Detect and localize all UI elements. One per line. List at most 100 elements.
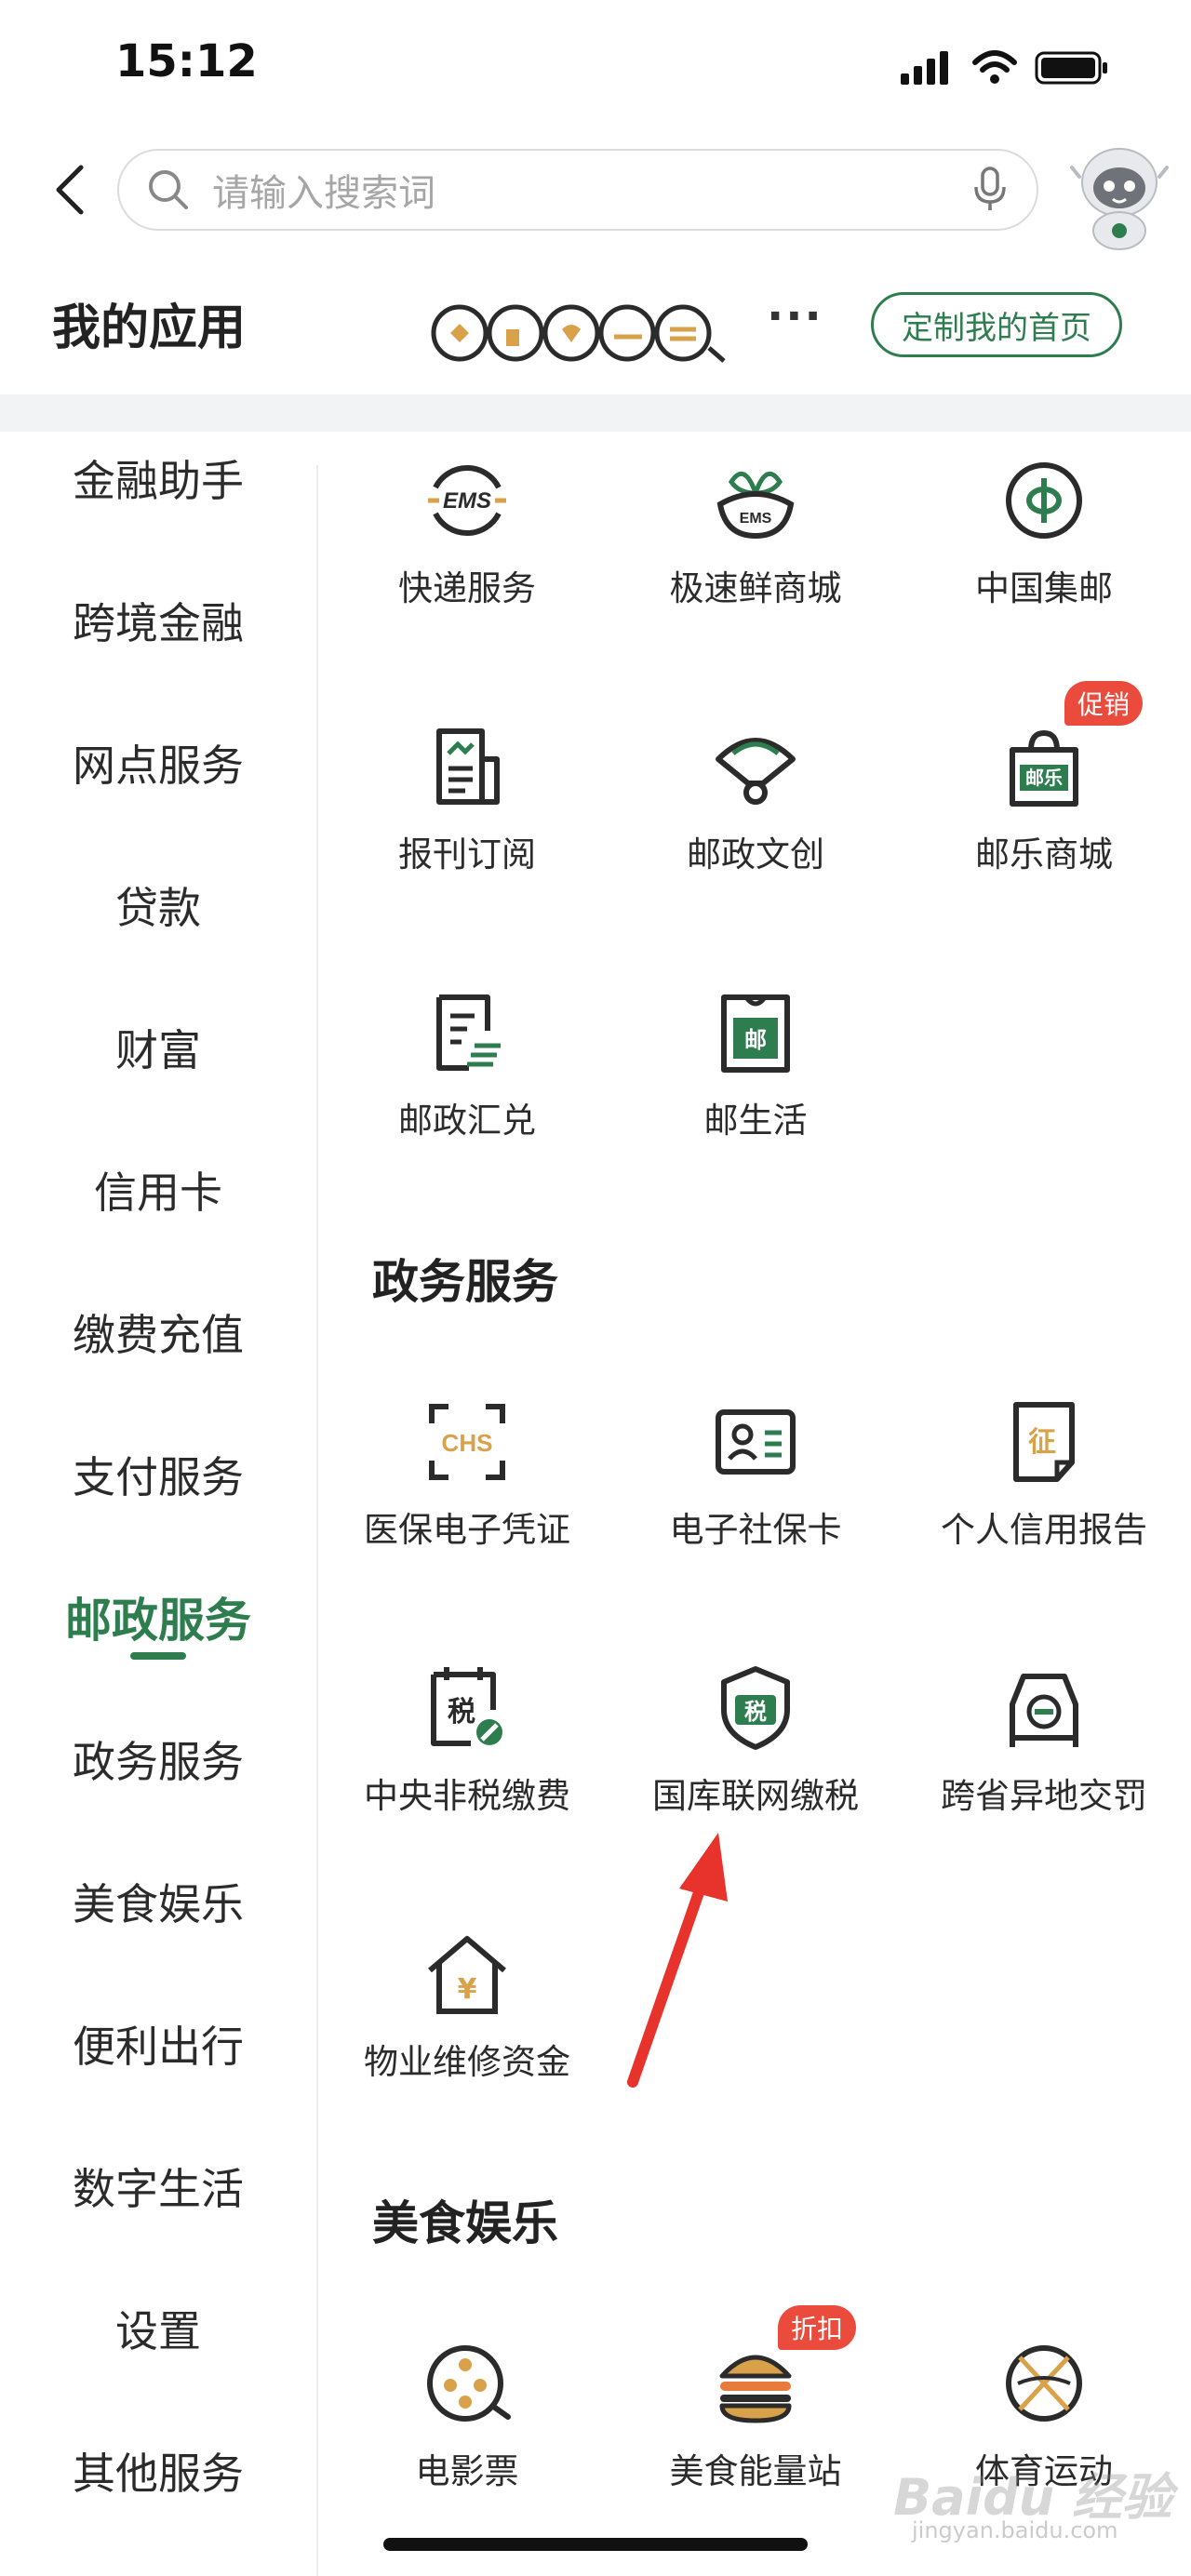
app-label: 快递服务 (398, 568, 536, 608)
app-social-security-card[interactable]: 电子社保卡 (616, 1397, 895, 1583)
app-label: 个人信用报告 (941, 1510, 1147, 1550)
section-title-gov: 政务服务 (372, 1255, 558, 1309)
app-label: 跨省异地交罚 (941, 1776, 1147, 1816)
app-youle-mall[interactable]: 邮乐 邮乐商城 促销 (904, 681, 1184, 908)
sidebar-item[interactable]: 支付服务 (0, 1428, 316, 1521)
sidebar-item[interactable]: 邮政服务 (0, 1570, 316, 1663)
battery-icon (1035, 51, 1107, 85)
newspaper-icon (436, 728, 500, 805)
page-title: 我的应用 (52, 300, 247, 356)
app-treasury-tax-payment[interactable]: 税 国库联网缴税 (616, 1663, 895, 1849)
sidebar-item[interactable]: 金融助手 (0, 432, 316, 525)
sidebar-item[interactable]: 财富 (0, 1001, 316, 1094)
search-icon (149, 170, 188, 209)
id-card-icon (716, 1409, 796, 1475)
bag-text: 邮 (744, 1027, 767, 1053)
favorite-apps-strip[interactable] (430, 296, 746, 370)
app-property-maintenance-fund[interactable]: ¥ 物业维修资金 (328, 1929, 607, 2116)
app-credit-report[interactable]: 征 个人信用报告 (904, 1397, 1184, 1583)
status-time: 15:12 (115, 35, 258, 87)
app-label: 邮乐商城 (975, 834, 1113, 874)
icon-text: CHS (442, 1429, 493, 1457)
chs-icon: CHS (429, 1404, 505, 1480)
sidebar-item[interactable]: 贷款 (0, 859, 316, 952)
stamp-collection-icon (1006, 462, 1082, 539)
icon-text: ¥ (458, 1973, 477, 2006)
section-title-food: 美食娱乐 (372, 2196, 558, 2250)
burger-icon (719, 2355, 792, 2423)
app-medical-insurance[interactable]: CHS 医保电子凭证 (328, 1397, 607, 1583)
svg-text:EMS: EMS (740, 511, 772, 527)
icon-text: 税 (448, 1696, 475, 1728)
app-label: 中央非税缴费 (364, 1776, 570, 1816)
section-divider (0, 394, 1191, 432)
status-icons (899, 45, 1109, 91)
sidebar-item[interactable]: 跨境金融 (0, 574, 316, 667)
remittance-icon (436, 994, 501, 1071)
app-postal-creative[interactable]: 邮政文创 (616, 722, 895, 908)
tax-payment-icon: 税 (431, 1667, 502, 1746)
house-icon: ¥ (428, 1936, 506, 2014)
app-label: 医保电子凭证 (364, 1510, 570, 1550)
film-reel-icon (427, 2345, 511, 2422)
car-fine-icon (1010, 1674, 1078, 1747)
app-label: 电影票 (415, 2451, 519, 2491)
back-button[interactable] (37, 153, 102, 227)
app-label: 极速鲜商城 (669, 568, 842, 608)
app-label: 美食能量站 (669, 2451, 842, 2491)
app-food-energy-station[interactable]: 美食能量站 折扣 (616, 2305, 895, 2525)
sidebar-item[interactable]: 美食娱乐 (0, 1855, 316, 1948)
app-postal-remittance[interactable]: 邮政汇兑 (328, 988, 607, 1174)
app-china-stamps[interactable]: 中国集邮 (904, 456, 1184, 642)
sidebar-item[interactable]: 便利出行 (0, 1997, 316, 2090)
app-label: 国库联网缴税 (652, 1776, 859, 1816)
ems-fresh-icon: EMS (716, 471, 795, 540)
app-central-nontax-payment[interactable]: 税 中央非税缴费 (328, 1663, 607, 1849)
watermark-url: jingyan.baidu.com (912, 2517, 1118, 2543)
app-label: 邮政汇兑 (398, 1101, 536, 1141)
app-post-life[interactable]: 邮 邮生活 (616, 988, 895, 1174)
app-label: 物业维修资金 (364, 2042, 570, 2082)
app-cross-province-traffic-fine[interactable]: 跨省异地交罚 (904, 1663, 1184, 1849)
app-movie-tickets[interactable]: 电影票 (328, 2339, 607, 2525)
home-indicator[interactable] (383, 2538, 808, 2551)
category-sidebar: 金融助手跨境金融网点服务贷款财富信用卡缴费充值支付服务邮政服务政务服务美食娱乐便… (0, 432, 316, 2576)
chevron-left-icon (56, 165, 84, 215)
post-life-icon: 邮 (721, 994, 790, 1073)
annotation-arrow (627, 1833, 728, 2088)
icon-text: 税 (744, 1699, 767, 1725)
wifi-icon (972, 50, 1017, 84)
robot-avatar[interactable] (1068, 140, 1171, 251)
app-ems-fresh[interactable]: EMS 极速鲜商城 (616, 456, 895, 642)
app-express-delivery[interactable]: EMS 快递服务 (328, 456, 607, 642)
discount-badge: 折扣 (778, 2305, 857, 2350)
fan-icon (716, 738, 796, 805)
app-label: 邮生活 (703, 1101, 808, 1141)
signal-icon (901, 51, 948, 85)
promo-badge: 促销 (1064, 681, 1144, 726)
app-label: 邮政文创 (687, 834, 824, 874)
sidebar-item[interactable]: 数字生活 (0, 2140, 316, 2233)
sidebar-item[interactable]: 设置 (0, 2282, 316, 2375)
sidebar-item[interactable]: 其他服务 (0, 2424, 316, 2517)
more-apps-button[interactable]: ··· (767, 290, 823, 342)
sidebar-item[interactable]: 网点服务 (0, 716, 316, 809)
microphone-icon[interactable] (971, 167, 1009, 213)
sidebar-divider (316, 465, 318, 2576)
credit-report-icon: 征 (1013, 1402, 1075, 1482)
app-newspaper-subscription[interactable]: 报刊订阅 (328, 722, 607, 908)
sidebar-item[interactable]: 缴费充值 (0, 1286, 316, 1379)
sidebar-item[interactable]: 政务服务 (0, 1713, 316, 1806)
shopping-bag-icon: 邮乐 (1010, 729, 1078, 807)
sidebar-item[interactable]: 信用卡 (0, 1143, 316, 1236)
basketball-icon (1006, 2345, 1082, 2422)
search-input[interactable]: 请输入搜索词 (117, 149, 1038, 231)
search-placeholder: 请输入搜索词 (212, 172, 435, 215)
customize-home-button[interactable]: 定制我的首页 (871, 292, 1122, 357)
tax-shield-icon: 税 (721, 1666, 790, 1750)
app-label: 中国集邮 (975, 568, 1113, 608)
svg-text:EMS: EMS (443, 488, 491, 514)
app-label: 报刊订阅 (398, 834, 536, 874)
ems-icon: EMS (428, 465, 506, 536)
app-label: 电子社保卡 (669, 1510, 842, 1550)
